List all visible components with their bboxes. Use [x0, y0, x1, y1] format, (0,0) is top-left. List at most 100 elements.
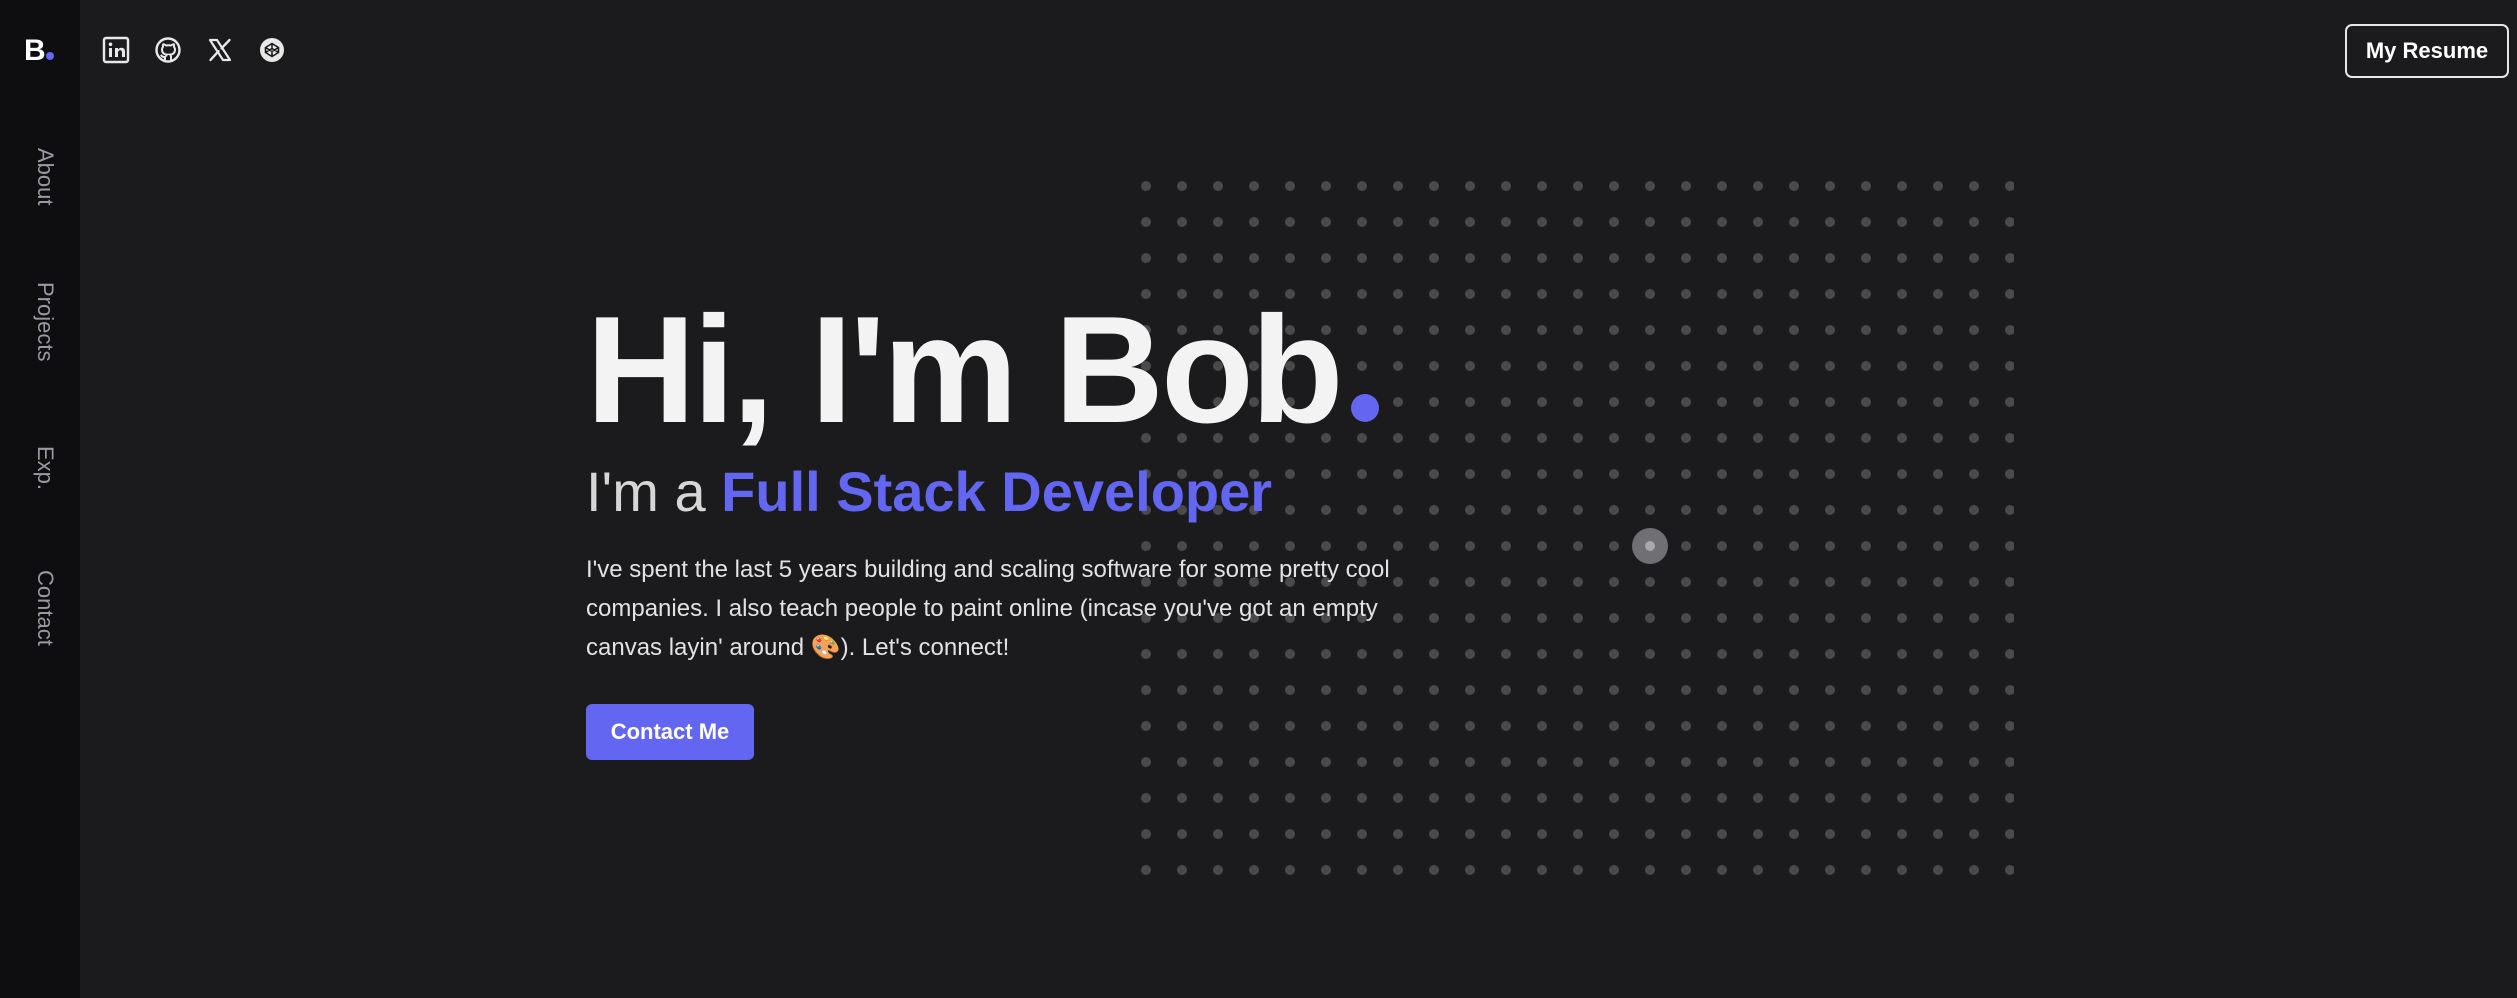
grid-dot — [1609, 469, 1619, 479]
grid-dot — [1393, 253, 1403, 263]
grid-dot — [1717, 217, 1727, 227]
grid-dot — [1645, 721, 1655, 731]
grid-dot — [1825, 757, 1835, 767]
grid-dot — [1501, 793, 1511, 803]
grid-dot — [1969, 253, 1979, 263]
grid-dot — [1897, 217, 1907, 227]
grid-dot — [1825, 181, 1835, 191]
grid-dot — [2005, 541, 2014, 551]
codepen-icon[interactable] — [258, 36, 286, 64]
logo[interactable]: B — [24, 32, 54, 70]
grid-dot — [1681, 325, 1691, 335]
grid-dot — [1537, 397, 1547, 407]
grid-dot — [1825, 325, 1835, 335]
grid-dot — [1501, 289, 1511, 299]
grid-dot — [1897, 325, 1907, 335]
sidebar-item-projects[interactable]: Projects — [22, 282, 58, 361]
grid-dot — [1537, 757, 1547, 767]
grid-dot — [1321, 757, 1331, 767]
linkedin-icon[interactable] — [102, 36, 130, 64]
grid-dot — [2005, 757, 2014, 767]
grid-dot — [1753, 361, 1763, 371]
grid-dot — [1753, 577, 1763, 587]
grid-dot — [1861, 577, 1871, 587]
grid-dot — [1753, 253, 1763, 263]
grid-dot — [1429, 829, 1439, 839]
grid-dot — [1969, 361, 1979, 371]
grid-dot — [1933, 325, 1943, 335]
grid-dot — [1393, 217, 1403, 227]
grid-dot — [1573, 505, 1583, 515]
grid-dot — [1861, 721, 1871, 731]
grid-dot — [1969, 181, 1979, 191]
grid-dot — [1537, 325, 1547, 335]
grid-dot — [1321, 217, 1331, 227]
hero-subtitle-prefix: I'm a — [586, 460, 722, 523]
grid-dot — [1645, 253, 1655, 263]
grid-dot — [1573, 253, 1583, 263]
grid-dot — [1717, 757, 1727, 767]
my-resume-button[interactable]: My Resume — [2345, 24, 2509, 78]
grid-dot — [1789, 685, 1799, 695]
grid-dot — [1789, 541, 1799, 551]
contact-me-button[interactable]: Contact Me — [586, 704, 754, 760]
grid-dot — [1681, 721, 1691, 731]
grid-dot — [2005, 829, 2014, 839]
grid-dot — [1501, 865, 1511, 875]
grid-dot — [1789, 325, 1799, 335]
grid-dot — [1213, 793, 1223, 803]
grid-dot — [1429, 613, 1439, 623]
github-icon[interactable] — [154, 36, 182, 64]
grid-dot — [1825, 433, 1835, 443]
grid-dot — [1609, 217, 1619, 227]
grid-dot — [1969, 289, 1979, 299]
grid-dot — [1393, 469, 1403, 479]
grid-dot — [1609, 289, 1619, 299]
grid-dot — [1285, 469, 1295, 479]
grid-dot — [1861, 181, 1871, 191]
grid-dot — [1573, 613, 1583, 623]
grid-dot — [1501, 577, 1511, 587]
grid-dot — [1753, 217, 1763, 227]
grid-dot — [1897, 397, 1907, 407]
grid-dot — [1609, 541, 1619, 551]
grid-dot — [1825, 685, 1835, 695]
grid-dot — [1321, 829, 1331, 839]
grid-dot — [1969, 541, 1979, 551]
grid-dot — [1681, 433, 1691, 443]
grid-dot — [1897, 793, 1907, 803]
sidebar-item-about[interactable]: About — [22, 148, 58, 206]
grid-dot — [1897, 289, 1907, 299]
grid-dot — [1537, 289, 1547, 299]
grid-dot — [1717, 649, 1727, 659]
grid-dot — [1969, 685, 1979, 695]
grid-dot — [1501, 685, 1511, 695]
grid-dot — [1357, 469, 1367, 479]
grid-dot — [1573, 829, 1583, 839]
sidebar-item-contact[interactable]: Contact — [22, 570, 58, 646]
grid-dot — [1393, 505, 1403, 515]
grid-dot — [1645, 757, 1655, 767]
grid-dot — [1501, 757, 1511, 767]
grid-dot — [2005, 469, 2014, 479]
grid-dot — [1393, 685, 1403, 695]
grid-dot — [1429, 793, 1439, 803]
grid-dot — [1177, 217, 1187, 227]
grid-dot — [1969, 829, 1979, 839]
grid-dot — [1357, 253, 1367, 263]
grid-dot — [1465, 685, 1475, 695]
grid-dot — [1897, 253, 1907, 263]
grid-dot — [1393, 181, 1403, 191]
x-icon[interactable] — [206, 36, 234, 64]
grid-dot — [1681, 793, 1691, 803]
title-accent-dot — [1350, 394, 1379, 422]
grid-dot — [1969, 217, 1979, 227]
grid-dot — [1933, 613, 1943, 623]
grid-dot — [1897, 613, 1907, 623]
grid-dot — [1501, 649, 1511, 659]
grid-dot — [1465, 505, 1475, 515]
grid-dot — [1465, 793, 1475, 803]
grid-dot — [1393, 757, 1403, 767]
sidebar-item-experience[interactable]: Exp. — [22, 446, 58, 490]
social-links — [102, 36, 286, 64]
